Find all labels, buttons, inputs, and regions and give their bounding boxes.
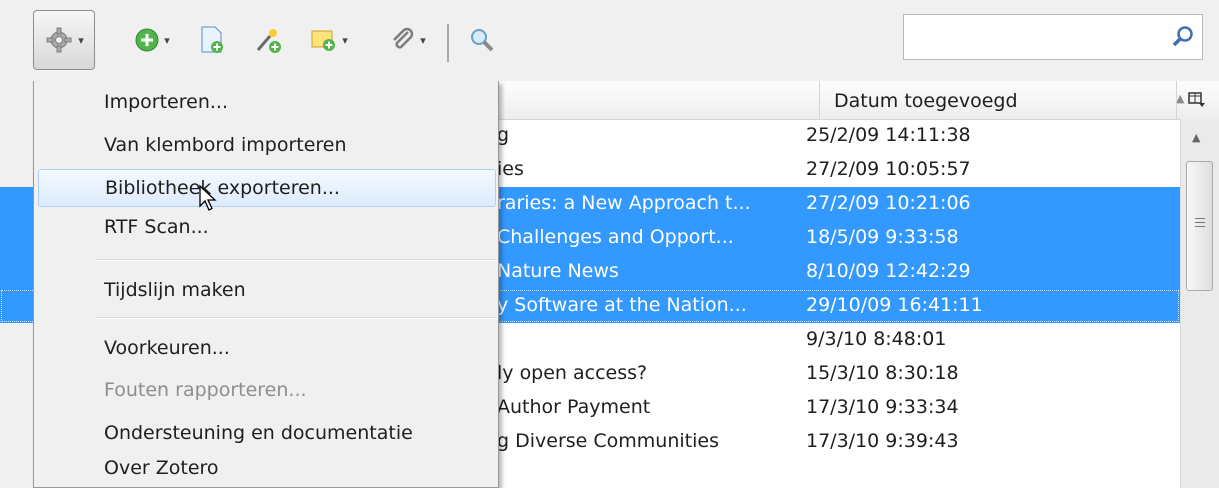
advanced-search-button[interactable] bbox=[462, 10, 502, 70]
add-attachment-button[interactable]: ▾ bbox=[376, 10, 438, 70]
item-date-added: 27/2/09 10:05:57 bbox=[806, 158, 971, 180]
item-date-added: 18/5/09 9:33:58 bbox=[806, 226, 959, 248]
item-date-added: 15/3/10 8:30:18 bbox=[806, 362, 959, 384]
menu-item-label: Importeren... bbox=[104, 91, 228, 113]
chevron-down-icon: ▾ bbox=[164, 33, 170, 47]
item-date-added: 8/10/09 12:42:29 bbox=[806, 260, 971, 282]
chevron-down-icon: ▾ bbox=[420, 33, 426, 47]
column-header-label: Datum toegevoegd bbox=[834, 90, 1018, 112]
toolbar-separator bbox=[447, 24, 449, 62]
new-item-button[interactable]: ▾ bbox=[124, 10, 180, 70]
menu-item-rtf-scan[interactable]: RTF Scan... bbox=[38, 209, 496, 247]
new-note-document-icon bbox=[199, 25, 225, 55]
attachment-icon bbox=[388, 26, 416, 54]
item-date-added: 29/10/09 16:41:11 bbox=[806, 294, 983, 316]
menu-item-label: Voorkeuren... bbox=[104, 337, 230, 359]
column-header-date-added[interactable]: Datum toegevoegd ▲ bbox=[819, 81, 1210, 119]
menu-item-label: Tijdslijn maken bbox=[104, 279, 246, 301]
menu-item-label: Van klembord importeren bbox=[104, 134, 347, 156]
new-item-from-file-button[interactable] bbox=[192, 10, 232, 70]
actions-dropdown-menu: Importeren... Van klembord importeren Bi… bbox=[33, 81, 499, 488]
menu-item-label: Over Zotero bbox=[104, 457, 219, 479]
lookup-magnifier-icon bbox=[468, 26, 496, 54]
search-input[interactable] bbox=[903, 14, 1203, 60]
item-title: g Diverse Communities bbox=[497, 430, 719, 452]
menu-item-label: Bibliotheek exporteren... bbox=[105, 177, 340, 199]
scroll-up-arrow-icon[interactable]: ▲ bbox=[1192, 131, 1200, 144]
column-picker-icon bbox=[1188, 92, 1206, 112]
menu-item-create-timeline[interactable]: Tijdslijn maken bbox=[38, 272, 496, 310]
menu-item-label: Ondersteuning en documentatie bbox=[104, 422, 413, 444]
wand-icon bbox=[253, 25, 283, 55]
item-date-added: 9/3/10 8:48:01 bbox=[806, 328, 947, 350]
search-icon[interactable] bbox=[1170, 24, 1196, 54]
item-title: Challenges and Opport... bbox=[497, 226, 734, 248]
item-title: ly open access? bbox=[497, 362, 648, 384]
menu-item-report-errors: Fouten rapporteren... bbox=[38, 372, 496, 410]
item-date-added: 17/3/10 9:33:34 bbox=[806, 396, 959, 418]
menu-item-preferences[interactable]: Voorkeuren... bbox=[38, 330, 496, 368]
menu-item-label: RTF Scan... bbox=[104, 216, 209, 238]
item-title: Nature News bbox=[497, 260, 619, 282]
item-date-added: 27/2/09 10:21:06 bbox=[806, 192, 971, 214]
scrollbar-thumb[interactable] bbox=[1186, 161, 1213, 291]
item-title: raries: a New Approach t... bbox=[497, 192, 751, 214]
column-picker-button[interactable] bbox=[1176, 81, 1219, 119]
chevron-down-icon: ▾ bbox=[342, 33, 348, 47]
new-note-button[interactable]: ▾ bbox=[300, 10, 358, 70]
menu-item-support-docs[interactable]: Ondersteuning en documentatie bbox=[38, 415, 496, 453]
item-date-added: 25/2/09 14:11:38 bbox=[806, 124, 971, 146]
item-title: ies bbox=[497, 158, 524, 180]
menu-item-export-library[interactable]: Bibliotheek exporteren... bbox=[38, 169, 496, 207]
item-title: y Software at the Nation... bbox=[497, 294, 747, 316]
toolbar: ▾ ▾ ▾ ▾ bbox=[0, 0, 1219, 81]
menu-item-about-zotero[interactable]: Over Zotero bbox=[38, 450, 496, 488]
grip-icon bbox=[1195, 218, 1205, 228]
new-item-icon bbox=[134, 27, 160, 53]
menu-separator bbox=[96, 259, 496, 261]
menu-item-label: Fouten rapporteren... bbox=[104, 379, 307, 401]
gear-icon bbox=[44, 25, 74, 55]
chevron-down-icon: ▾ bbox=[78, 33, 84, 47]
menu-separator bbox=[96, 317, 496, 319]
menu-item-import-clipboard[interactable]: Van klembord importeren bbox=[38, 127, 496, 165]
item-title: Author Payment bbox=[497, 396, 651, 418]
vertical-scrollbar[interactable]: ▲ bbox=[1180, 119, 1219, 488]
item-date-added: 17/3/10 9:39:43 bbox=[806, 430, 959, 452]
new-collection-icon bbox=[310, 27, 338, 53]
mouse-cursor-icon bbox=[198, 184, 218, 216]
actions-menu-button[interactable]: ▾ bbox=[33, 10, 95, 70]
add-by-identifier-button[interactable] bbox=[246, 10, 290, 70]
menu-item-import[interactable]: Importeren... bbox=[38, 84, 496, 122]
item-title: g bbox=[497, 124, 510, 146]
